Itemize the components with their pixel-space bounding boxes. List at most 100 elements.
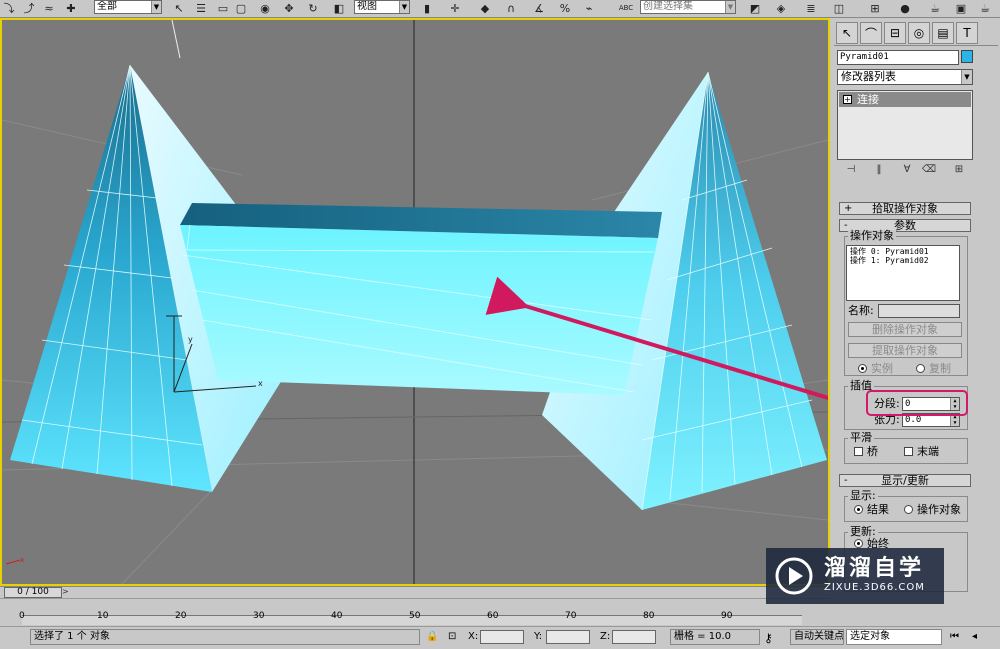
mirror-icon[interactable]: ◩ [746, 0, 764, 16]
result-radio[interactable]: 结果 [854, 504, 889, 516]
key-icon[interactable]: ⚷ [764, 631, 773, 645]
command-panel-tabs: ↖ ⌒ ⊟ ◎ ▤ T [834, 20, 998, 46]
x-coord-field[interactable] [480, 630, 524, 644]
window-crossing-icon[interactable]: ▢ [232, 0, 250, 16]
select-link-icon[interactable]: ⤵ [0, 0, 18, 16]
gizmo-x-label: x [258, 379, 263, 388]
utilities-tab-icon[interactable]: T [956, 22, 978, 44]
scene-canvas: y x x [2, 20, 828, 584]
hierarchy-tab-icon[interactable]: ⊟ [884, 22, 906, 44]
connect-bridge-mesh[interactable] [180, 203, 662, 395]
ends-checkbox[interactable]: 末端 [904, 446, 939, 458]
layer-manager-icon[interactable]: ≣ [802, 0, 820, 16]
move-icon[interactable]: ✥ [280, 0, 298, 16]
copy-radio[interactable]: 复制 [916, 363, 951, 375]
select-by-name-icon[interactable]: ☰ [192, 0, 210, 16]
pivot-icon[interactable]: ▮ [418, 0, 436, 16]
select-move-icon[interactable]: ◉ [256, 0, 274, 16]
operands-list[interactable]: 操作 0: Pyramid01 操作 1: Pyramid02 [846, 245, 960, 301]
stack-buttons: ⊣ ‖ ∀ ⌫ ⊞ [837, 164, 973, 180]
x-coord-label: X: [468, 631, 479, 642]
lock-icon[interactable]: 🔒 [426, 631, 438, 642]
operand-name-field[interactable] [878, 304, 960, 318]
motion-tab-icon[interactable]: ◎ [908, 22, 930, 44]
percent-snap-icon[interactable]: % [556, 0, 574, 16]
z-coord-field[interactable] [612, 630, 656, 644]
segments-highlight-box [866, 390, 968, 416]
schematic-view-icon[interactable]: ⊞ [866, 0, 884, 16]
auto-key-button[interactable]: 自动关键点 [790, 629, 844, 645]
material-editor-icon[interactable]: ● [896, 0, 914, 16]
quick-render-icon[interactable]: ☕ [976, 0, 994, 16]
show-end-result-icon[interactable]: ‖ [871, 164, 887, 178]
operands-group-label: 操作对象 [848, 229, 896, 242]
rotate-icon[interactable]: ↻ [304, 0, 322, 16]
view-axis-tripod [5, 559, 21, 565]
curve-editor-icon[interactable]: ◫ [830, 0, 848, 16]
edit-named-sel-icon[interactable]: ABC [612, 0, 640, 16]
instance-radio[interactable]: 实例 [858, 363, 893, 375]
track-tick-label: 10 [97, 611, 109, 621]
gizmo-y-label: y [188, 335, 193, 344]
remove-modifier-icon[interactable]: ⌫ [921, 164, 937, 178]
keyboard-shortcut-icon[interactable]: ◆ [476, 0, 494, 16]
render-frame-icon[interactable]: ▣ [952, 0, 970, 16]
track-bar[interactable]: 0 10 20 30 40 50 60 70 80 90 [0, 598, 830, 626]
pick-operand-rollout[interactable]: + 拾取操作对象 [839, 202, 971, 215]
prev-frame-icon[interactable]: ◂ [972, 631, 977, 642]
y-coord-field[interactable] [546, 630, 590, 644]
time-slider-thumb[interactable]: 0 / 100 [4, 587, 62, 598]
track-tick-label: 90 [721, 611, 733, 621]
named-selection-dropdown[interactable]: 创建选择集 ▼ [640, 0, 736, 14]
spinner-snap-icon[interactable]: ⌁ [580, 0, 598, 16]
stack-item-connect[interactable]: + 连接 [839, 92, 971, 107]
watermark-logo: 溜溜自学 ZIXUE.3D66.COM [766, 548, 944, 604]
display-tab-icon[interactable]: ▤ [932, 22, 954, 44]
command-panel: ↖ ⌒ ⊟ ◎ ▤ T Pyramid01 修改器列表 ▼ + 连接 ⊣ ‖ ∀ … [832, 18, 1000, 608]
align-icon[interactable]: ◈ [772, 0, 790, 16]
display-group-label: 显示: [848, 489, 878, 502]
expand-plus-icon[interactable]: + [843, 95, 852, 104]
operands-display-radio[interactable]: 操作对象 [904, 504, 961, 516]
create-tab-icon[interactable]: ↖ [836, 22, 858, 44]
angle-snap-icon[interactable]: ∡ [530, 0, 548, 16]
display-update-rollout[interactable]: - 显示/更新 [839, 474, 971, 487]
snap-icon[interactable]: ∩ [502, 0, 520, 16]
go-to-start-icon[interactable]: ⏮ [950, 631, 959, 642]
perspective-viewport[interactable]: y x x [0, 18, 830, 586]
abs-mode-icon[interactable]: ⊡ [448, 631, 456, 642]
select-arrow-icon[interactable]: ↖ [170, 0, 188, 16]
pin-stack-icon[interactable]: ⊣ [843, 164, 859, 178]
operand-item[interactable]: 操作 0: Pyramid01 [850, 247, 956, 256]
rect-region-icon[interactable]: ▭ [214, 0, 232, 16]
make-unique-icon[interactable]: ∀ [899, 164, 915, 178]
object-name-field[interactable]: Pyramid01 [837, 50, 959, 65]
operand-item[interactable]: 操作 1: Pyramid02 [850, 256, 956, 265]
track-tick-label: 30 [253, 611, 265, 621]
modifier-list-dropdown[interactable]: 修改器列表 ▼ [837, 69, 973, 85]
configure-sets-icon[interactable]: ⊞ [951, 164, 967, 178]
render-setup-icon[interactable]: ☕ [926, 0, 944, 16]
smoothing-group-label: 平滑 [848, 431, 874, 444]
select-object-icon[interactable]: ✚ [62, 0, 80, 16]
bridge-checkbox[interactable]: 桥 [854, 446, 878, 458]
modify-tab-icon[interactable]: ⌒ [860, 22, 882, 44]
main-toolbar: ⤵ ⤴ ≈ ✚ 全部 ▼ ↖ ☰ ▭ ▢ ◉ ✥ ↻ ◧ 视图 ▼ ▮ ✛ ◆ ∩ … [0, 0, 1000, 18]
scale-icon[interactable]: ◧ [330, 0, 348, 16]
extract-operand-button[interactable]: 提取操作对象 [848, 343, 962, 358]
reference-coord-dropdown[interactable]: 视图 ▼ [354, 0, 410, 14]
delete-operand-button[interactable]: 删除操作对象 [848, 322, 962, 337]
manipulate-icon[interactable]: ✛ [446, 0, 464, 16]
key-filter-dropdown[interactable]: 选定对象 [846, 629, 942, 645]
next-frame-arrow-icon[interactable]: > [62, 587, 69, 596]
bind-warp-icon[interactable]: ≈ [40, 0, 58, 16]
watermark-brand: 溜溜自学 [824, 556, 925, 581]
unlink-icon[interactable]: ⤴ [20, 0, 38, 16]
object-color-swatch[interactable] [961, 50, 973, 63]
selection-filter-dropdown[interactable]: 全部 ▼ [94, 0, 162, 14]
name-label: 名称: [848, 304, 874, 317]
corner-x-label: x [20, 556, 24, 564]
status-bar: 选择了 1 个 对象 🔒 ⊡ X: Y: Z: 栅格 = 10.0 ⚷ 自动关键… [0, 626, 1000, 649]
time-slider[interactable]: 0 / 100 > [0, 586, 830, 598]
selection-status: 选择了 1 个 对象 [30, 629, 420, 645]
